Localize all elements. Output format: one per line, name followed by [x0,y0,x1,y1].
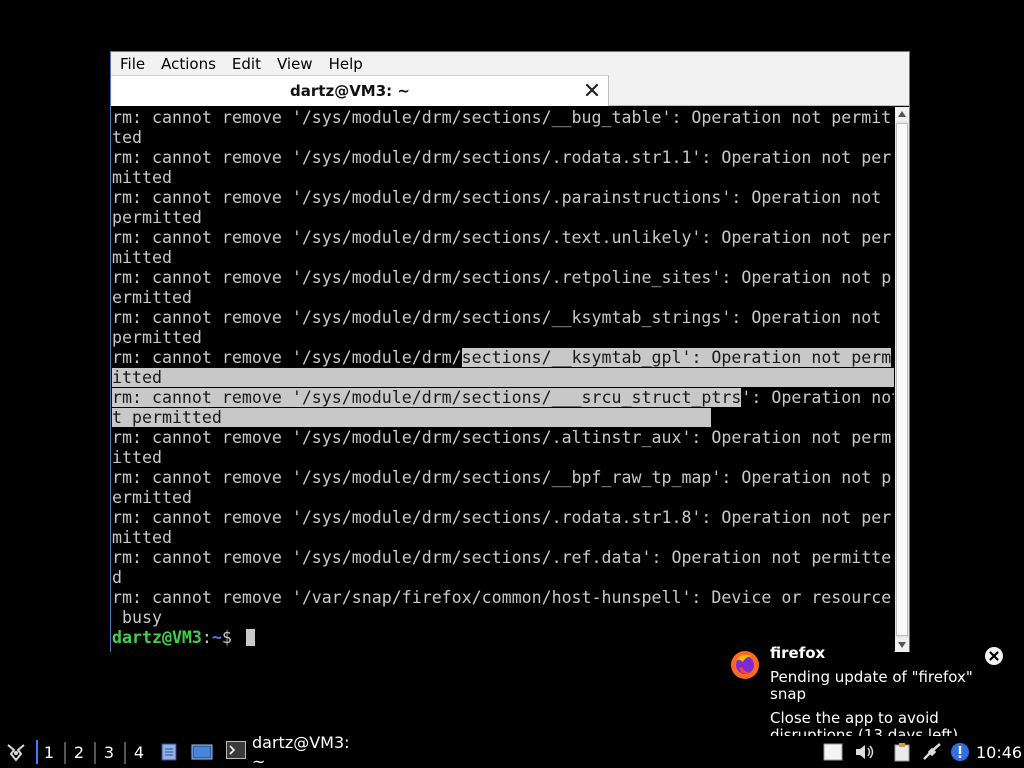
separator [64,742,66,764]
prompt-path: ~ [211,628,222,647]
terminal-line: ermitted [112,488,192,507]
menu-help[interactable]: Help [329,55,363,73]
notification-detail: Close the app to avoid disruptions (13 d… [770,709,959,737]
terminal-line: ermitted [112,288,192,307]
menu-file[interactable]: File [120,55,145,73]
notification-close-icon[interactable] [984,646,1004,666]
terminal-window: File Actions Edit View Help dartz@VM3: ~… [110,51,910,652]
workspace-3[interactable]: 3 [100,736,118,768]
close-icon[interactable] [581,79,603,101]
terminal-line: itted [112,448,162,467]
scrollbar-thumb[interactable] [896,123,908,636]
file-manager-icon[interactable] [158,736,180,768]
active-workspace-indicator [36,740,38,764]
notification-title: firefox [770,644,826,662]
terminal-line: permitted [112,208,202,227]
taskbar: 1 2 3 4 dartz@VM3: ~ 10:46 [0,733,1024,768]
terminal-line: permitted [112,328,202,347]
terminal-line: busy [112,608,162,627]
menu-actions[interactable]: Actions [161,55,216,73]
terminal-line: mitted [112,168,172,187]
terminal-line: rm: cannot remove '/sys/module/drm/secti… [112,388,894,407]
firefox-icon [730,650,760,680]
separator [94,742,96,764]
task-label: dartz@VM3: ~ [252,733,350,768]
terminal-line: rm: cannot remove '/sys/module/drm/secti… [112,108,892,127]
task-terminal[interactable]: dartz@VM3: ~ [226,733,364,768]
terminal-line: itted [111,368,894,388]
terminal-line: mitted [112,528,172,547]
terminal-line: rm: cannot remove '/sys/module/drm/secti… [112,188,882,207]
workspace-2[interactable]: 2 [70,736,88,768]
selected-text: t permitted [112,408,712,427]
menu-view[interactable]: View [277,55,313,73]
terminal-line: rm: cannot remove '/sys/module/drm/secti… [112,428,892,447]
workspace-1[interactable]: 1 [40,736,58,768]
menu-edit[interactable]: Edit [232,55,261,73]
terminal-line: rm: cannot remove '/sys/module/drm/secti… [112,348,892,367]
app-menu-icon[interactable] [2,736,30,768]
terminal-line: rm: cannot remove '/sys/module/drm/secti… [112,228,892,247]
selected-text: itted [112,368,894,387]
scroll-up-icon[interactable] [895,107,909,121]
terminal-line: rm: cannot remove '/sys/module/drm/secti… [112,308,882,327]
menu-bar: File Actions Edit View Help [111,52,909,75]
tab-title: dartz@VM3: ~ [290,82,410,100]
terminal-output[interactable]: rm: cannot remove '/sys/module/drm/secti… [111,107,894,652]
selected-text: rm: cannot remove '/sys/module/drm/secti… [112,388,742,407]
scrollbar[interactable] [895,107,909,652]
workspace-4[interactable]: 4 [130,736,148,768]
update-alert-icon[interactable] [949,736,971,768]
terminal-line: d [112,568,122,587]
terminal-line: rm: cannot remove '/sys/module/drm/secti… [112,148,892,167]
terminal-line: ted [112,128,142,147]
terminal-line: rm: cannot remove '/var/snap/firefox/com… [112,588,892,607]
terminal-tab[interactable]: dartz@VM3: ~ [111,75,609,106]
terminal-line: rm: cannot remove '/sys/module/drm/secti… [112,508,892,527]
selected-text: sections/__ksymtab_gpl': Operation not p… [461,348,892,367]
terminal-icon [226,741,246,763]
terminal-line: mitted [112,248,172,267]
volume-icon[interactable] [853,736,877,768]
text-cursor [245,629,255,646]
terminal-line: rm: cannot remove '/sys/module/drm/secti… [112,548,892,567]
terminal-line: rm: cannot remove '/sys/module/drm/secti… [112,268,892,287]
terminal-line: rm: cannot remove '/sys/module/drm/secti… [112,468,892,487]
notes-icon[interactable] [822,736,844,768]
network-icon[interactable] [920,736,944,768]
notification-popup[interactable]: firefox Pending update of "firefox" snap… [728,644,1010,736]
prompt-user: dartz@VM3 [112,628,202,647]
clock: 10:46 [976,742,1023,762]
clipboard-icon[interactable] [891,736,913,768]
show-desktop-icon[interactable] [190,736,214,768]
separator [124,742,126,764]
terminal-line: t permitted [111,408,894,428]
notification-message: Pending update of "firefox" snap [770,668,973,703]
tab-bar: dartz@VM3: ~ [111,75,909,106]
